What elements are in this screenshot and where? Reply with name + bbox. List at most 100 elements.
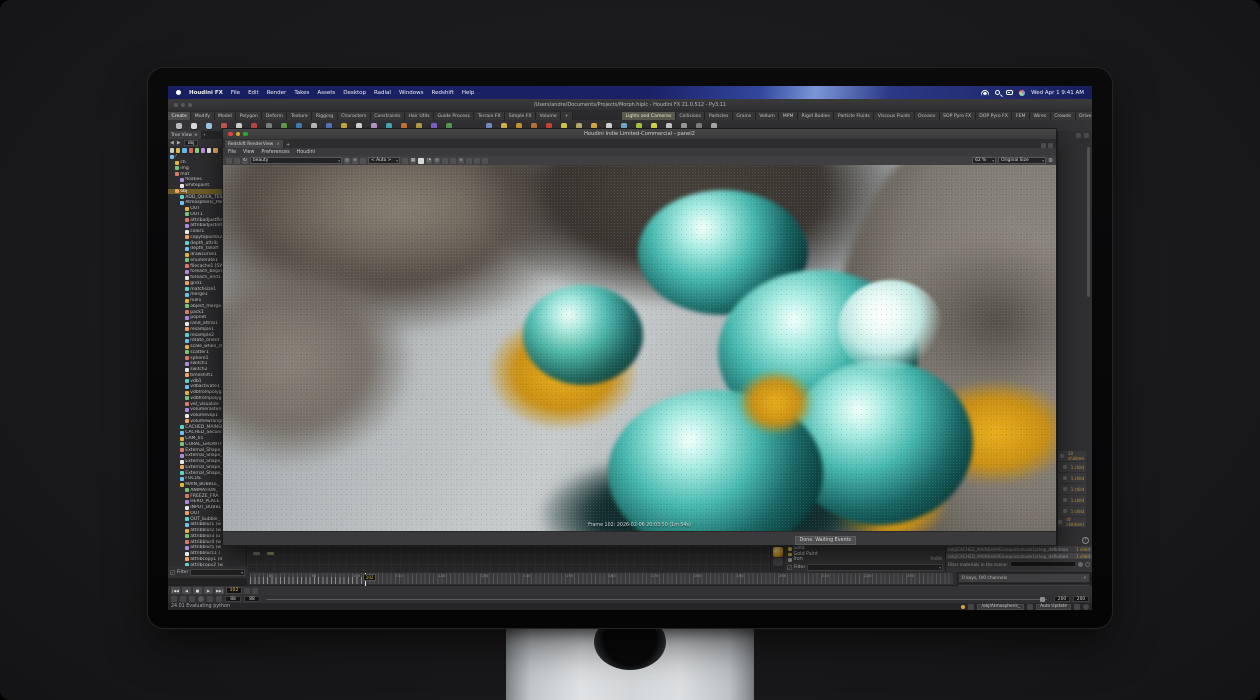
scene-material-row[interactable]: /obj/CACHED_MAINSHAPE/unquickshade1/shop… bbox=[946, 553, 1092, 559]
shelf-tab[interactable]: Particle Fluids bbox=[834, 112, 874, 120]
help-icon[interactable]: ? bbox=[1082, 537, 1089, 544]
menubar-item-render[interactable]: Render bbox=[267, 90, 287, 96]
expand-icon[interactable] bbox=[442, 158, 448, 164]
playback-range-start-field[interactable]: 88 bbox=[244, 596, 260, 602]
render-menu-preferences[interactable]: Preferences bbox=[261, 150, 289, 155]
shelf-tab[interactable]: FEM bbox=[1012, 112, 1030, 120]
tree-filter-icon[interactable] bbox=[201, 148, 205, 152]
shelf-tab[interactable]: Wires bbox=[1030, 112, 1051, 120]
refresh-icon[interactable]: ↻ bbox=[242, 158, 248, 164]
aov-auto-dropdown[interactable]: < Auto > bbox=[368, 157, 400, 164]
keys-info-dropdown[interactable]: 0 keys, 0/0 channels▾ bbox=[958, 573, 1090, 583]
tree-filter-icon[interactable] bbox=[213, 148, 217, 152]
render-image[interactable]: Frame 102: 2026-02-06 20:03:50 (1m 54s) bbox=[223, 165, 1056, 533]
message-log-icon[interactable] bbox=[968, 604, 974, 610]
tree-filter-icon[interactable] bbox=[176, 148, 180, 152]
lock-icon[interactable] bbox=[402, 158, 408, 164]
render-menu-file[interactable]: File bbox=[228, 150, 236, 155]
update-mode-dropdown[interactable]: Auto Update bbox=[1036, 604, 1071, 610]
shelf-tab[interactable]: Collisions bbox=[676, 112, 706, 120]
copy-icon[interactable] bbox=[474, 158, 480, 164]
shelf-tab[interactable]: Rigid Bodies bbox=[798, 112, 834, 120]
grid-icon[interactable]: ▦ bbox=[410, 158, 416, 164]
shelf-tab[interactable]: Characters bbox=[338, 112, 371, 120]
shelf-tool-icon[interactable] bbox=[206, 123, 212, 129]
shelf-tab[interactable]: Model bbox=[215, 112, 237, 120]
shelf-tab[interactable]: Grains bbox=[733, 112, 756, 120]
filter-checkbox[interactable]: ✓ bbox=[170, 570, 175, 575]
shelf-tab[interactable]: Hair Utils bbox=[405, 112, 434, 120]
background-swatch-icon[interactable] bbox=[418, 158, 424, 164]
material-filter-field[interactable] bbox=[807, 564, 943, 571]
loop-icon[interactable] bbox=[189, 596, 195, 602]
render-menu-view[interactable]: View bbox=[243, 150, 254, 155]
zoom-icon[interactable] bbox=[188, 103, 192, 107]
stop-button[interactable]: ■ bbox=[193, 587, 202, 594]
sphere-icon[interactable] bbox=[1078, 562, 1083, 567]
tree-filter-icon[interactable] bbox=[195, 148, 199, 152]
material-preview-gold[interactable] bbox=[773, 547, 783, 557]
menubar-item-help[interactable]: Help bbox=[462, 90, 475, 96]
world-icon[interactable]: ◎ bbox=[344, 158, 350, 164]
realtime-toggle-icon[interactable] bbox=[171, 596, 177, 602]
scene-filter-input[interactable] bbox=[1010, 561, 1076, 567]
scene-material-row[interactable]: /obj/CACHED_MAINSHAPE/unquickshade1/shop… bbox=[946, 546, 1092, 552]
tab-tree-view[interactable]: Tree View × bbox=[168, 131, 201, 139]
scope-icon[interactable] bbox=[216, 596, 222, 602]
control-center-icon[interactable] bbox=[1006, 90, 1013, 95]
snapshot-a-icon[interactable] bbox=[226, 158, 232, 164]
menubar-item-edit[interactable]: Edit bbox=[248, 90, 259, 96]
add-tab-button[interactable]: + bbox=[203, 133, 207, 138]
jump-end-button[interactable]: ▶▶| bbox=[215, 587, 224, 594]
network-node[interactable] bbox=[253, 552, 260, 555]
menubar-item-radial[interactable]: Radial bbox=[374, 90, 391, 96]
shelf-tab[interactable]: Terrain FX bbox=[474, 112, 505, 120]
apple-icon[interactable] bbox=[176, 90, 181, 95]
shelf-tab[interactable]: Deform bbox=[262, 112, 287, 120]
tree-filter-field[interactable] bbox=[190, 569, 245, 576]
range-slider[interactable] bbox=[267, 599, 1047, 600]
siri-icon[interactable] bbox=[1019, 90, 1025, 96]
ring-icon[interactable] bbox=[1085, 562, 1090, 567]
menubar-item-takes[interactable]: Takes bbox=[294, 90, 309, 96]
close-icon[interactable] bbox=[228, 132, 233, 137]
shelf-tab[interactable]: Create bbox=[168, 112, 191, 120]
shelf-tab[interactable]: Volume bbox=[536, 112, 561, 120]
menubar-app-name[interactable]: Houdini FX bbox=[189, 90, 223, 96]
filter-checkbox[interactable]: ✓ bbox=[787, 565, 792, 570]
frame-back-button[interactable]: ◀ bbox=[182, 587, 191, 594]
menubar-clock[interactable]: Wed Apr 1 9:41 AM bbox=[1031, 90, 1084, 96]
step-back-button[interactable] bbox=[244, 588, 250, 594]
keyframe-icon[interactable] bbox=[207, 596, 213, 602]
shelf-tab[interactable]: Vellum bbox=[756, 112, 780, 120]
shelf-tab[interactable]: Modify bbox=[191, 112, 214, 120]
wifi-icon[interactable] bbox=[981, 90, 989, 96]
material-list-item[interactable]: Iron bbox=[785, 557, 945, 563]
shelf-tab[interactable]: DOP Pyro FX bbox=[976, 112, 1013, 120]
network-node[interactable] bbox=[267, 552, 274, 555]
tree-filter-icon[interactable] bbox=[182, 148, 186, 152]
tree-path-chip[interactable]: obj bbox=[184, 140, 199, 146]
shelf-tab[interactable]: SOP Pyro FX bbox=[940, 112, 976, 120]
clock-icon[interactable]: ◔ bbox=[426, 158, 432, 164]
clear-icon[interactable]: × bbox=[352, 158, 358, 164]
record-icon[interactable] bbox=[198, 596, 204, 602]
zoom-icon[interactable] bbox=[243, 132, 248, 137]
pane-split-icon[interactable] bbox=[1041, 143, 1046, 148]
render-pass-dropdown[interactable]: beauty bbox=[250, 157, 342, 164]
snapshot-icon[interactable] bbox=[1074, 604, 1080, 610]
current-frame-field[interactable]: 102 bbox=[226, 587, 242, 594]
target-icon[interactable]: ◎ bbox=[434, 158, 440, 164]
menubar-item-desktop[interactable]: Desktop bbox=[343, 90, 366, 96]
shelf-tab[interactable]: Viscous Fluids bbox=[874, 112, 914, 120]
tree-filter-icon[interactable] bbox=[170, 148, 174, 152]
pin-icon[interactable] bbox=[1076, 133, 1081, 138]
save-icon[interactable] bbox=[482, 158, 488, 164]
scrollbar[interactable] bbox=[1087, 147, 1090, 297]
jump-start-button[interactable]: |◀◀ bbox=[171, 587, 180, 594]
shelf-tab[interactable]: Particles bbox=[705, 112, 732, 120]
tree-filter-icon[interactable] bbox=[207, 148, 211, 152]
step-forward-button[interactable] bbox=[252, 588, 258, 594]
crop-icon[interactable] bbox=[360, 158, 366, 164]
add-tab-button[interactable]: + bbox=[286, 142, 290, 148]
